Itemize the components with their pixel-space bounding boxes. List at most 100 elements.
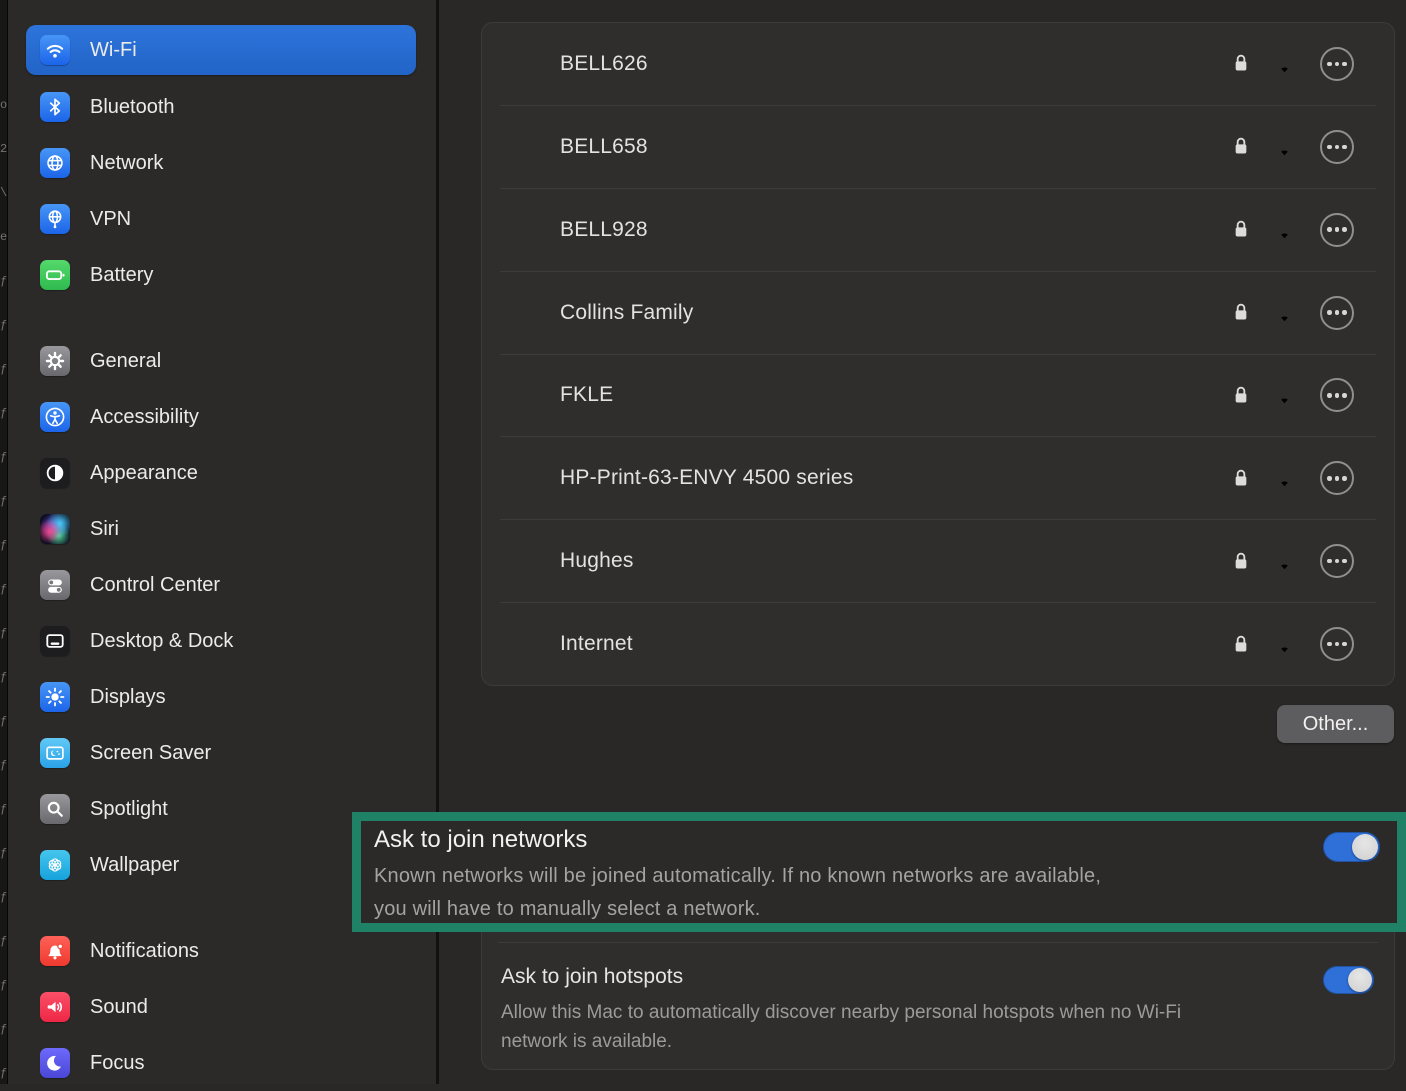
wifi-signal-icon — [1271, 218, 1298, 242]
more-options-button[interactable] — [1320, 295, 1354, 330]
network-row[interactable]: Internet — [482, 603, 1394, 685]
wifi-icon — [40, 35, 70, 65]
ask-to-join-hotspots-title: Ask to join hotspots — [501, 965, 684, 988]
sidebar-item-label: Sound — [90, 995, 148, 1018]
sidebar-item-control-center[interactable]: Control Center — [26, 557, 416, 613]
vpn-globe-icon — [40, 204, 70, 234]
lock-icon — [1231, 52, 1251, 75]
more-options-button[interactable] — [1320, 212, 1354, 247]
search-icon — [40, 794, 70, 824]
network-row[interactable]: HP-Print-63-ENVY 4500 series — [482, 437, 1394, 519]
sidebar-section-gap — [8, 303, 436, 333]
sidebar-item-screen-saver[interactable]: Screen Saver — [26, 725, 416, 781]
sidebar-item-desktop-dock[interactable]: Desktop & Dock — [26, 613, 416, 669]
more-options-button[interactable] — [1320, 129, 1354, 164]
ask-to-join-hotspots-toggle[interactable] — [1323, 966, 1374, 994]
ask-to-join-networks-description: Known networks will be joined automatica… — [374, 865, 1102, 920]
desktop-window-icon — [40, 626, 70, 656]
flower-icon — [40, 850, 70, 880]
more-options-button[interactable] — [1320, 627, 1354, 662]
battery-icon — [40, 260, 70, 290]
lock-icon — [1231, 467, 1251, 490]
wifi-signal-icon — [1271, 632, 1298, 656]
wifi-signal-icon — [1271, 466, 1298, 490]
network-name: BELL626 — [560, 51, 648, 75]
bell-icon — [40, 936, 70, 966]
lock-icon — [1231, 384, 1251, 407]
sidebar-item-siri[interactable]: Siri — [26, 501, 416, 557]
toggles-icon — [40, 570, 70, 600]
wifi-signal-icon — [1271, 52, 1298, 76]
sidebar-item-appearance[interactable]: Appearance — [26, 445, 416, 501]
more-options-button[interactable] — [1320, 461, 1354, 496]
other-network-button[interactable]: Other... — [1277, 705, 1394, 743]
sidebar-item-sound[interactable]: Sound — [26, 979, 416, 1035]
wifi-signal-icon — [1271, 383, 1298, 407]
screen-saver-icon — [40, 738, 70, 768]
sidebar-item-label: Wallpaper — [90, 853, 180, 876]
sidebar-item-label: Accessibility — [90, 405, 199, 428]
moon-icon — [40, 1048, 70, 1078]
sidebar-item-label: Battery — [90, 263, 154, 286]
sidebar-item-label: Appearance — [90, 461, 198, 484]
sidebar-item-general[interactable]: General — [26, 333, 416, 389]
network-row[interactable]: Collins Family — [482, 272, 1394, 354]
sidebar-item-accessibility[interactable]: Accessibility — [26, 389, 416, 445]
more-options-button[interactable] — [1320, 46, 1354, 81]
sidebar-item-label: Spotlight — [90, 797, 168, 820]
network-name: FKLE — [560, 383, 614, 407]
network-name: Internet — [560, 632, 633, 656]
network-name: BELL658 — [560, 134, 648, 158]
sidebar-item-label: Siri — [90, 517, 119, 540]
network-name: Hughes — [560, 549, 634, 573]
network-row[interactable]: BELL928 — [482, 189, 1394, 271]
sidebar-item-label: Wi-Fi — [90, 38, 137, 61]
network-name: HP-Print-63-ENVY 4500 series — [560, 466, 854, 490]
sidebar-item-label: Network — [90, 151, 164, 174]
ask-to-join-networks-toggle[interactable] — [1323, 832, 1380, 862]
network-name: Collins Family — [560, 300, 694, 324]
sidebar-item-wifi[interactable]: Wi-Fi — [26, 25, 416, 75]
sidebar-item-focus[interactable]: Focus — [26, 1035, 416, 1091]
ask-to-join-hotspots-row: Ask to join hotspots Allow this Mac to a… — [482, 943, 1394, 1069]
appearance-icon — [40, 458, 70, 488]
ask-to-join-networks-title: Ask to join networks — [374, 826, 588, 853]
sidebar-item-label: Displays — [90, 685, 166, 708]
lock-icon — [1231, 633, 1251, 656]
sidebar-item-label: Focus — [90, 1051, 145, 1074]
siri-orb-icon — [40, 514, 70, 544]
bluetooth-icon — [40, 92, 70, 122]
wifi-signal-icon — [1271, 301, 1298, 325]
wifi-signal-icon — [1271, 549, 1298, 573]
sidebar-item-network[interactable]: Network — [26, 135, 416, 191]
wifi-signal-icon — [1271, 135, 1298, 159]
more-options-button[interactable] — [1320, 378, 1354, 413]
lock-icon — [1231, 301, 1251, 324]
sidebar-item-label: Screen Saver — [90, 741, 212, 764]
ask-to-join-hotspots-description: Allow this Mac to automatically discover… — [501, 1002, 1182, 1052]
accessibility-icon — [40, 402, 70, 432]
sidebar-item-label: Desktop & Dock — [90, 629, 234, 652]
network-row[interactable]: BELL658 — [482, 106, 1394, 188]
sidebar-item-battery[interactable]: Battery — [26, 247, 416, 303]
gear-icon — [40, 346, 70, 376]
sidebar-item-bluetooth[interactable]: Bluetooth — [26, 79, 416, 135]
network-row[interactable]: FKLE — [482, 355, 1394, 437]
highlight-annotation-box: Ask to join networks Known networks will… — [352, 812, 1406, 932]
sidebar-item-label: Control Center — [90, 573, 221, 596]
network-name: BELL928 — [560, 217, 648, 241]
lock-icon — [1231, 550, 1251, 573]
sidebar-item-label: General — [90, 349, 162, 372]
lock-icon — [1231, 135, 1251, 158]
globe-icon — [40, 148, 70, 178]
sidebar-item-displays[interactable]: Displays — [26, 669, 416, 725]
more-options-button[interactable] — [1320, 544, 1354, 579]
wifi-network-list: BELL626 BELL658 BELL928 Collins Family F… — [481, 22, 1395, 686]
background-left-edge: o 2 \ e ƒ ƒ ƒ ƒ ƒ ƒ ƒ ƒ ƒ ƒ ƒ ƒ ƒ ƒ ƒ ƒ ƒ ƒ ƒ — [0, 0, 8, 1084]
network-row[interactable]: BELL626 — [482, 23, 1394, 105]
sidebar-item-label: Bluetooth — [90, 95, 175, 118]
network-row[interactable]: Hughes — [482, 520, 1394, 602]
sidebar-item-vpn[interactable]: VPN — [26, 191, 416, 247]
sun-icon — [40, 682, 70, 712]
sidebar-item-label: VPN — [90, 207, 132, 230]
